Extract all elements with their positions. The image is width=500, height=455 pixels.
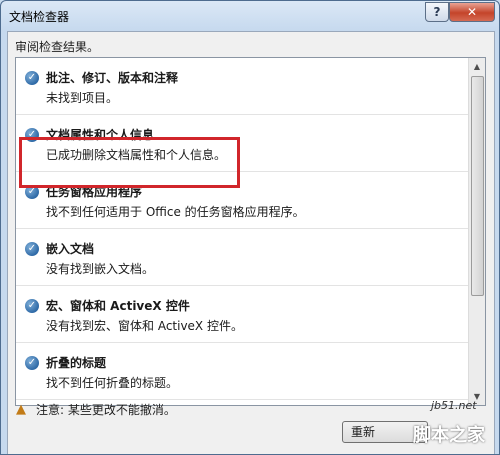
check-icon: ✓ (25, 71, 39, 85)
document-inspector-window: 文档检查器 ? ✕ 审阅检查结果。 ✓ 批注、修订、版本和注释 未找到项目。 ✓… (0, 0, 500, 455)
dialog-body: 审阅检查结果。 ✓ 批注、修订、版本和注释 未找到项目。 ✓ 文档属性和个人信息… (7, 31, 495, 454)
result-description: 找不到任何适用于 Office 的任务窗格应用程序。 (46, 205, 305, 219)
result-title: 批注、修订、版本和注释 (46, 71, 179, 85)
result-title: 折叠的标题 (46, 356, 107, 370)
watermark-brand: 脚本之家 (413, 425, 485, 446)
results-list[interactable]: ✓ 批注、修订、版本和注释 未找到项目。 ✓ 文档属性和个人信息 已成功删除文档… (15, 57, 486, 406)
result-description: 没有找到嵌入文档。 (46, 262, 155, 276)
warning-note: 注意: 某些更改不能撤消。 (36, 403, 176, 417)
warning-icon: ▲ (16, 402, 26, 417)
check-icon: ✓ (25, 242, 39, 256)
result-description: 找不到任何折叠的标题。 (46, 376, 179, 390)
result-item-collapsed-headings: ✓ 折叠的标题 找不到任何折叠的标题。 (16, 343, 468, 400)
close-button[interactable]: ✕ (449, 2, 495, 22)
scroll-up-arrow-icon[interactable]: ▲ (469, 58, 485, 75)
result-title: 嵌入文档 (46, 242, 95, 256)
result-title: 宏、窗体和 ActiveX 控件 (46, 299, 190, 313)
check-icon: ✓ (25, 356, 39, 370)
result-item-embedded-documents: ✓ 嵌入文档 没有找到嵌入文档。 (16, 229, 468, 286)
window-title: 文档检查器 (9, 10, 70, 24)
help-button[interactable]: ? (425, 2, 449, 22)
highlight-box (19, 137, 240, 188)
result-item-macros-forms-activex: ✓ 宏、窗体和 ActiveX 控件 没有找到宏、窗体和 ActiveX 控件。 (16, 286, 468, 343)
vertical-scrollbar[interactable]: ▲ ▼ (468, 58, 485, 405)
result-description: 没有找到宏、窗体和 ActiveX 控件。 (46, 319, 243, 333)
result-item-comments: ✓ 批注、修订、版本和注释 未找到项目。 (16, 58, 468, 115)
title-bar: 文档检查器 ? ✕ (1, 1, 499, 31)
review-results-label: 审阅检查结果。 (15, 40, 100, 54)
result-description: 未找到项目。 (46, 91, 119, 105)
scroll-thumb[interactable] (471, 76, 484, 296)
check-icon: ✓ (25, 299, 39, 313)
watermark-site: jb51.net (431, 399, 477, 412)
